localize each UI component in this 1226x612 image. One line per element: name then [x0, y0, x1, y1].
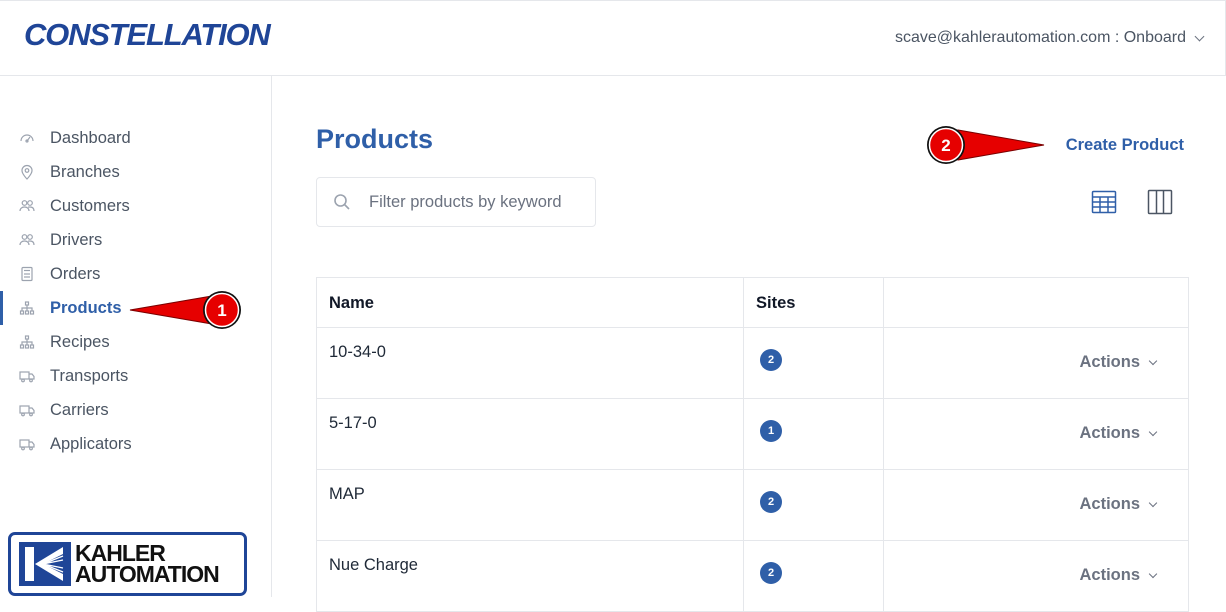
sidebar-item-customers[interactable]: Customers: [0, 189, 271, 223]
kahler-wordmark: KAHLER AUTOMATION: [75, 542, 220, 587]
table-row[interactable]: MAP 2 Actions: [317, 469, 1188, 540]
sites-cell: 2: [743, 541, 883, 611]
sites-cell: 1: [743, 399, 883, 469]
actions-label: Actions: [1079, 566, 1140, 584]
top-bar: CONSTELLATION scave@kahlerautomation.com…: [0, 0, 1226, 76]
column-view-button[interactable]: [1147, 189, 1173, 215]
sidebar-item-label: Orders: [50, 264, 101, 283]
sidebar-item-label: Applicators: [50, 434, 132, 453]
chevron-down-icon: [1194, 31, 1205, 41]
sites-count-badge: 1: [760, 420, 783, 442]
table-grid-icon: [1091, 190, 1117, 214]
sidebar-item-label: Customers: [50, 196, 130, 215]
search-icon: [334, 194, 350, 210]
truck-icon: [19, 402, 35, 418]
brand-logo[interactable]: CONSTELLATION: [24, 17, 271, 53]
map-pin-icon: [19, 164, 35, 180]
users-icon: [19, 198, 35, 214]
table-row[interactable]: 5-17-0 1 Actions: [317, 398, 1188, 469]
table-row[interactable]: 10-34-0 2 Actions: [317, 327, 1188, 398]
logo-line-2: AUTOMATION: [75, 561, 220, 587]
columns-icon: [1147, 189, 1173, 215]
sidebar-item-label: Branches: [50, 162, 120, 181]
name-cell: 5-17-0: [317, 399, 743, 469]
truck-icon: [19, 368, 35, 384]
actions-cell: Actions: [882, 399, 1188, 469]
actions-dropdown[interactable]: Actions: [1079, 495, 1158, 514]
calculator-icon: [19, 266, 35, 282]
sidebar-item-applicators[interactable]: Applicators: [0, 427, 271, 461]
sidebar: Dashboard Branches Customers Drivers Ord…: [0, 76, 272, 597]
callout-arrow-2: 2: [927, 126, 1045, 164]
callout-2-label: 2: [941, 136, 950, 155]
sidebar-item-label: Recipes: [50, 332, 110, 351]
name-cell: Nue Charge: [317, 541, 743, 611]
search-box[interactable]: [316, 177, 596, 227]
column-header-name[interactable]: Name: [317, 278, 743, 327]
sidebar-item-orders[interactable]: Orders: [0, 257, 271, 291]
sidebar-item-label: Products: [50, 298, 122, 317]
user-account-menu[interactable]: scave@kahlerautomation.com : Onboard: [894, 29, 1205, 47]
table-row[interactable]: Nue Charge 2 Actions: [317, 540, 1188, 611]
chevron-down-icon: [1148, 427, 1158, 436]
table-header-row: Name Sites: [317, 278, 1188, 327]
actions-dropdown[interactable]: Actions: [1079, 353, 1158, 372]
chevron-down-icon: [1148, 356, 1158, 365]
actions-label: Actions: [1079, 353, 1140, 371]
kahler-mark-icon: [19, 542, 71, 586]
name-cell: 10-34-0: [317, 328, 743, 398]
sidebar-item-dashboard[interactable]: Dashboard: [0, 121, 271, 155]
actions-cell: Actions: [882, 470, 1188, 540]
sidebar-item-branches[interactable]: Branches: [0, 155, 271, 189]
sidebar-item-label: Carriers: [50, 400, 109, 419]
sidebar-item-label: Drivers: [50, 230, 103, 249]
callout-arrow-1: 1: [129, 291, 241, 329]
actions-cell: Actions: [882, 328, 1188, 398]
actions-label: Actions: [1079, 424, 1140, 442]
sidebar-item-label: Transports: [50, 366, 129, 385]
column-header-sites[interactable]: Sites: [743, 278, 883, 327]
users-icon: [19, 232, 35, 248]
sidebar-item-label: Dashboard: [50, 128, 131, 147]
product-name[interactable]: MAP: [329, 485, 365, 504]
chevron-down-icon: [1148, 569, 1158, 578]
truck-icon: [19, 436, 35, 452]
actions-cell: Actions: [882, 541, 1188, 611]
sites-count-badge: 2: [760, 562, 783, 584]
main-content: Products Create Product Name Sites 10-34…: [272, 76, 1226, 612]
sidebar-item-drivers[interactable]: Drivers: [0, 223, 271, 257]
user-menu-label: scave@kahlerautomation.com : Onboard: [894, 29, 1186, 46]
product-name[interactable]: Nue Charge: [329, 556, 418, 575]
create-product-button[interactable]: Create Product: [1066, 136, 1184, 155]
sites-count-badge: 2: [760, 349, 783, 371]
chevron-down-icon: [1148, 498, 1158, 507]
actions-dropdown[interactable]: Actions: [1079, 424, 1158, 443]
sidebar-item-carriers[interactable]: Carriers: [0, 393, 271, 427]
table-view-button[interactable]: [1091, 189, 1117, 215]
sites-cell: 2: [743, 328, 883, 398]
sites-count-badge: 2: [760, 491, 783, 513]
search-input[interactable]: [369, 192, 579, 212]
actions-dropdown[interactable]: Actions: [1079, 566, 1158, 585]
sites-cell: 2: [743, 470, 883, 540]
sidebar-item-transports[interactable]: Transports: [0, 359, 271, 393]
name-cell: MAP: [317, 470, 743, 540]
column-header-actions: [882, 278, 1188, 327]
hierarchy-icon: [19, 334, 35, 350]
hierarchy-icon: [19, 300, 35, 316]
product-name[interactable]: 10-34-0: [329, 343, 386, 362]
actions-label: Actions: [1079, 495, 1140, 513]
page-title: Products: [316, 124, 434, 154]
gauge-icon: [19, 130, 35, 146]
product-name[interactable]: 5-17-0: [329, 414, 377, 433]
callout-1-label: 1: [217, 301, 226, 320]
kahler-automation-logo: KAHLER AUTOMATION: [8, 532, 247, 596]
products-table: Name Sites 10-34-0 2 Actions 5-17-0 1 Ac…: [316, 277, 1189, 612]
